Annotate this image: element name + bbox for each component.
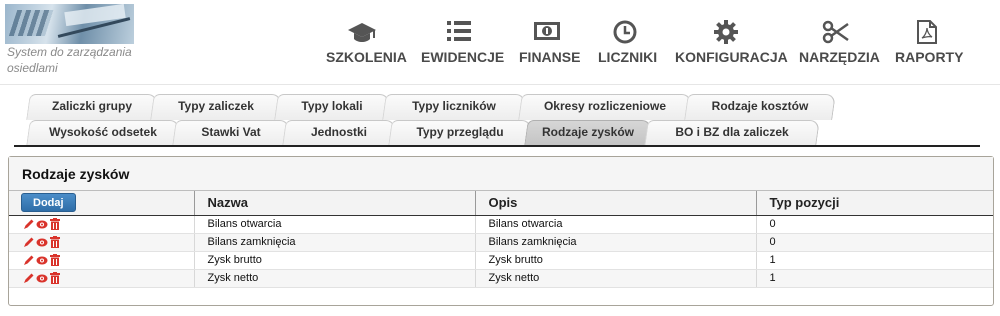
app-subtitle: System do zarządzania osiedlami bbox=[7, 45, 132, 75]
delete-trash-icon[interactable] bbox=[50, 218, 60, 231]
nav-konfiguracja[interactable]: KONFIGURACJA bbox=[675, 20, 788, 65]
edit-pencil-icon[interactable] bbox=[23, 237, 34, 248]
gear-icon bbox=[675, 20, 777, 44]
cell-typ-pozycji: 0 bbox=[755, 215, 993, 234]
row-actions bbox=[9, 269, 194, 288]
cell-typ-pozycji: 0 bbox=[755, 233, 993, 252]
view-eye-icon[interactable] bbox=[36, 255, 48, 266]
tabs-baseline bbox=[14, 145, 980, 147]
tab-bo-bz-zaliczek[interactable]: BO i BZ dla zaliczek bbox=[644, 120, 820, 146]
panel-title: Rodzaje zysków bbox=[9, 157, 993, 191]
graduation-cap-icon bbox=[326, 20, 398, 44]
tab-wysokosc-odsetek[interactable]: Wysokość odsetek bbox=[26, 120, 180, 146]
data-table: Dodaj Nazwa Opis Typ pozycji Bilans otwa… bbox=[9, 191, 993, 288]
table-row: Bilans zamknięcia Bilans zamknięcia 0 bbox=[9, 233, 993, 252]
edit-pencil-icon[interactable] bbox=[23, 273, 34, 284]
clock-icon bbox=[598, 20, 652, 44]
pdf-file-icon bbox=[895, 20, 959, 44]
cell-typ-pozycji: 1 bbox=[755, 269, 993, 288]
column-header-typ-pozycji[interactable]: Typ pozycji bbox=[755, 191, 993, 216]
tab-rodzaje-zyskow[interactable]: Rodzaje zysków bbox=[524, 120, 652, 146]
cell-opis: Zysk brutto bbox=[474, 251, 756, 270]
nav-narzedzia[interactable]: NARZĘDZIA bbox=[799, 20, 880, 65]
view-eye-icon[interactable] bbox=[36, 273, 48, 284]
tabs-row-1: Zaliczki grupy Typy zaliczek Typy lokali… bbox=[14, 94, 980, 120]
cell-nazwa: Zysk netto bbox=[193, 269, 475, 288]
tab-stawki-vat[interactable]: Stawki Vat bbox=[172, 120, 290, 146]
delete-trash-icon[interactable] bbox=[50, 272, 60, 285]
cell-nazwa: Bilans zamknięcia bbox=[193, 233, 475, 252]
banknote-icon bbox=[519, 20, 575, 44]
nav-raporty[interactable]: RAPORTY bbox=[895, 20, 963, 65]
nav-szkolenia[interactable]: SZKOLENIA bbox=[326, 20, 407, 65]
tab-typy-przegladu[interactable]: Typy przeglądu bbox=[388, 120, 532, 146]
view-eye-icon[interactable] bbox=[36, 219, 48, 230]
tabs-row-2: Wysokość odsetek Stawki Vat Jednostki Ty… bbox=[14, 120, 980, 146]
actions-header: Dodaj bbox=[9, 191, 194, 216]
view-eye-icon[interactable] bbox=[36, 237, 48, 248]
edit-pencil-icon[interactable] bbox=[23, 255, 34, 266]
delete-trash-icon[interactable] bbox=[50, 254, 60, 267]
cell-nazwa: Bilans otwarcia bbox=[193, 215, 475, 234]
header-divider bbox=[0, 84, 1000, 85]
tab-zaliczki-grupy[interactable]: Zaliczki grupy bbox=[26, 94, 158, 120]
tab-typy-lokali[interactable]: Typy lokali bbox=[274, 94, 390, 120]
tab-okresy-rozliczeniowe[interactable]: Okresy rozliczeniowe bbox=[518, 94, 692, 120]
rodzaje-zyskow-panel: Rodzaje zysków Dodaj Nazwa Opis Typ pozy… bbox=[8, 156, 994, 306]
nav-liczniki[interactable]: LICZNIKI bbox=[598, 20, 657, 65]
column-header-opis[interactable]: Opis bbox=[474, 191, 756, 216]
row-actions bbox=[9, 215, 194, 234]
cell-typ-pozycji: 1 bbox=[755, 251, 993, 270]
table-row: Zysk netto Zysk netto 1 bbox=[9, 269, 993, 288]
table-row: Bilans otwarcia Bilans otwarcia 0 bbox=[9, 215, 993, 234]
add-button[interactable]: Dodaj bbox=[21, 193, 76, 213]
cell-opis: Bilans zamknięcia bbox=[474, 233, 756, 252]
tab-jednostki[interactable]: Jednostki bbox=[282, 120, 396, 146]
scissors-icon bbox=[799, 20, 873, 44]
tab-rodzaje-kosztow[interactable]: Rodzaje kosztów bbox=[684, 94, 836, 120]
table-row: Zysk brutto Zysk brutto 1 bbox=[9, 251, 993, 270]
nav-ewidencje[interactable]: EWIDENCJE bbox=[421, 20, 504, 65]
tab-typy-licznikow[interactable]: Typy liczników bbox=[382, 94, 526, 120]
edit-pencil-icon[interactable] bbox=[23, 219, 34, 230]
row-actions bbox=[9, 251, 194, 270]
cell-nazwa: Zysk brutto bbox=[193, 251, 475, 270]
column-header-nazwa[interactable]: Nazwa bbox=[193, 191, 475, 216]
list-icon bbox=[421, 20, 497, 44]
table-header-row: Dodaj Nazwa Opis Typ pozycji bbox=[9, 191, 993, 216]
row-actions bbox=[9, 233, 194, 252]
delete-trash-icon[interactable] bbox=[50, 236, 60, 249]
cell-opis: Zysk netto bbox=[474, 269, 756, 288]
logo bbox=[5, 4, 134, 44]
tab-typy-zaliczek[interactable]: Typy zaliczek bbox=[150, 94, 282, 120]
cell-opis: Bilans otwarcia bbox=[474, 215, 756, 234]
nav-finanse[interactable]: FINANSE bbox=[519, 20, 580, 65]
